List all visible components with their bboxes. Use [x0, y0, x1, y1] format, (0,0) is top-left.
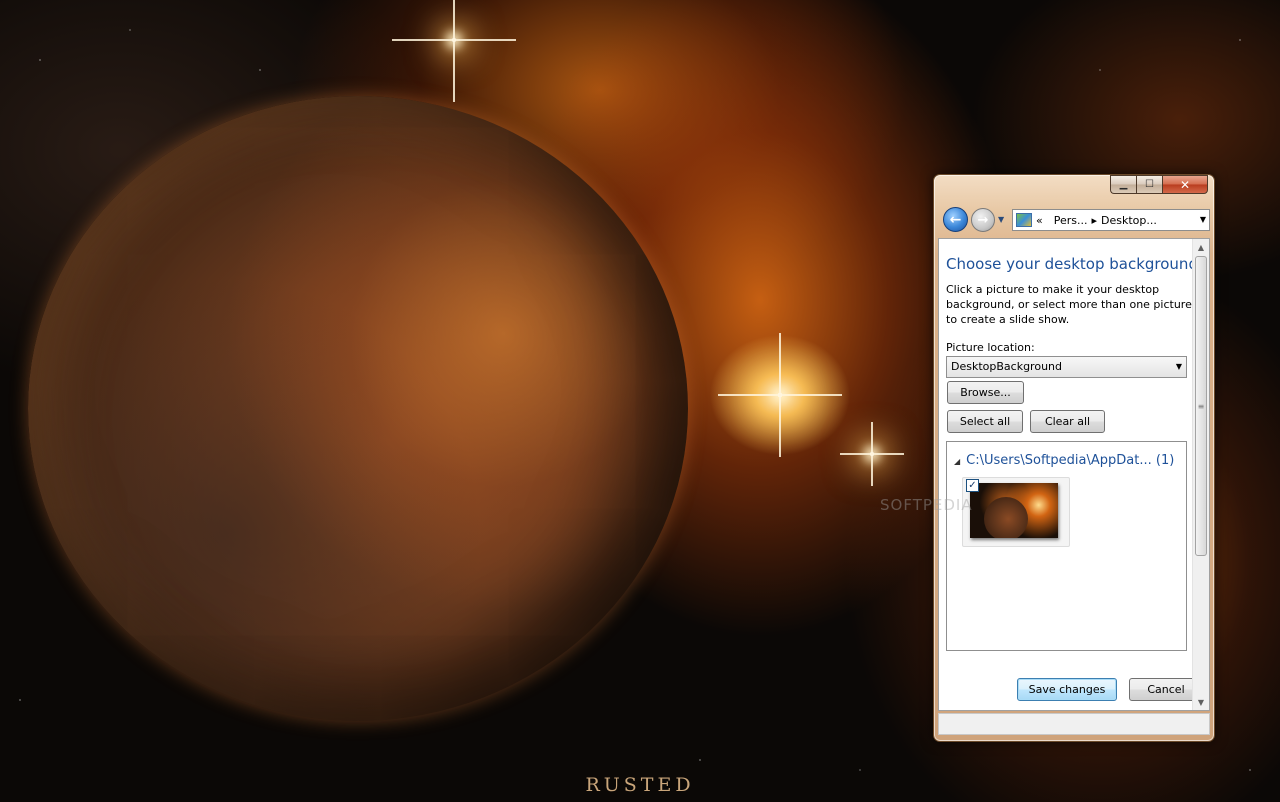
chevron-down-icon: ▼ — [998, 215, 1005, 224]
softpedia-watermark: SOFTPEDIA — [880, 496, 973, 514]
close-icon: ✕ — [1179, 177, 1191, 192]
wallpaper-caption: RUSTED — [585, 774, 695, 796]
picture-location-select[interactable]: DesktopBackground ▼ — [946, 356, 1187, 378]
page-title: Choose your desktop background — [946, 255, 1198, 273]
save-changes-button[interactable]: Save changes — [1017, 678, 1117, 701]
star-flare — [840, 422, 904, 486]
recent-pages-dropdown[interactable]: ▼ — [998, 215, 1004, 224]
wallpaper-thumbnail[interactable] — [970, 483, 1058, 538]
breadcrumb-desktop-background[interactable]: Desktop... — [1101, 214, 1157, 227]
breadcrumb-personalization[interactable]: Pers... — [1054, 214, 1088, 227]
status-strip — [938, 713, 1210, 735]
scroll-down-icon[interactable]: ▼ — [1193, 694, 1209, 710]
minimize-icon: ▁ — [1119, 179, 1128, 190]
address-bar[interactable]: « Pers... ▸ Desktop... ▼ — [1012, 209, 1210, 231]
scroll-up-icon[interactable]: ▲ — [1193, 239, 1209, 255]
vertical-scrollbar[interactable]: ▲ ≡ ▼ — [1192, 239, 1209, 710]
back-arrow-icon: ← — [949, 211, 962, 228]
close-button[interactable]: ✕ — [1162, 175, 1208, 194]
chevron-down-icon: ▼ — [1175, 362, 1182, 371]
star-flare — [392, 0, 516, 102]
star-flare — [718, 333, 842, 457]
forward-arrow-icon: → — [977, 212, 989, 228]
gallery-group-title: C:\Users\Softpedia\AppDat... (1) — [966, 453, 1175, 468]
planet-image — [28, 96, 688, 721]
personalization-window[interactable]: ▁ ☐ ✕ ← → ▼ « Pers... ▸ Desktop... ▼ Cho… — [933, 174, 1215, 742]
minimize-button[interactable]: ▁ — [1110, 175, 1136, 194]
maximize-button[interactable]: ☐ — [1136, 175, 1162, 194]
scroll-thumb[interactable]: ≡ — [1195, 256, 1207, 556]
maximize-icon: ☐ — [1145, 179, 1154, 190]
address-dropdown-button[interactable]: ▼ — [1200, 215, 1206, 224]
page-description: Click a picture to make it your desktop … — [946, 283, 1192, 326]
picture-gallery: ◢ C:\Users\Softpedia\AppDat... (1) ✓ — [946, 441, 1187, 651]
clear-all-button[interactable]: Clear all — [1030, 410, 1105, 433]
gallery-item[interactable]: ✓ — [962, 477, 1070, 547]
collapse-triangle-icon[interactable]: ◢ — [954, 457, 960, 466]
thumbnail-checkbox[interactable]: ✓ — [966, 479, 979, 492]
breadcrumb-separator-icon[interactable]: ▸ — [1092, 214, 1098, 227]
browse-button[interactable]: Browse... — [947, 381, 1024, 404]
caption-buttons: ▁ ☐ ✕ — [1110, 175, 1208, 194]
select-all-button[interactable]: Select all — [947, 410, 1023, 433]
forward-button[interactable]: → — [971, 208, 995, 232]
gallery-group-header[interactable]: ◢ C:\Users\Softpedia\AppDat... (1) — [954, 453, 1174, 468]
content-pane: Choose your desktop background Click a p… — [938, 238, 1210, 711]
back-button[interactable]: ← — [943, 207, 968, 232]
navigation-bar: ← → ▼ « Pers... ▸ Desktop... ▼ — [942, 207, 1210, 233]
control-panel-icon — [1016, 213, 1032, 227]
chevron-down-icon: ▼ — [1199, 215, 1206, 224]
picture-location-value: DesktopBackground — [951, 360, 1062, 373]
address-overflow-chevron[interactable]: « — [1036, 214, 1043, 227]
thumbnail-planet — [984, 497, 1028, 538]
picture-location-label: Picture location: — [946, 341, 1035, 354]
